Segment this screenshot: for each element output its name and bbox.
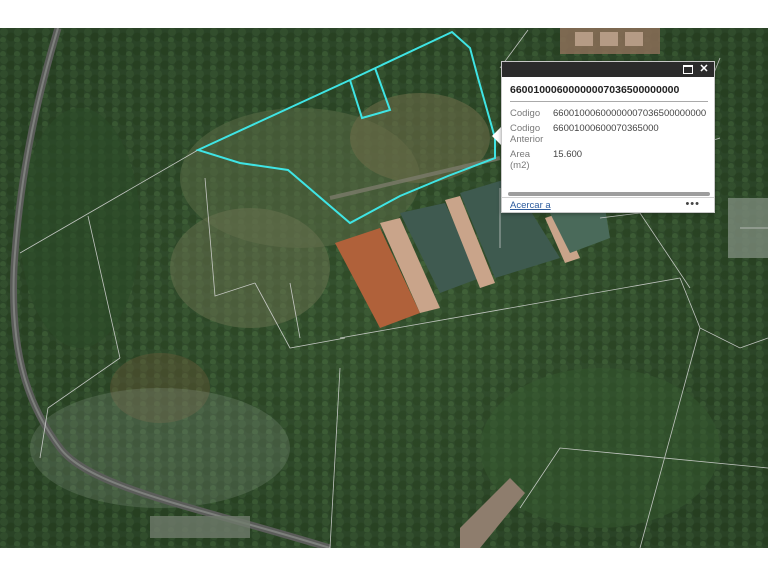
horizontal-scrollbar[interactable]: [508, 192, 710, 196]
popup-footer: Acercar a •••: [502, 197, 714, 214]
popup-title: 66001000600000007036500000000: [510, 84, 680, 96]
attribute-table[interactable]: Codigo 66001000600000007036500000000 Cod…: [502, 108, 714, 192]
attribute-label: Codigo: [510, 108, 541, 119]
attribute-value: 66001000600070365000: [553, 123, 659, 134]
attribute-row: Codigo 66001000600000007036500000000: [502, 108, 714, 123]
attribute-row: Codigo Anterior 66001000600070365000: [502, 123, 714, 149]
maximize-icon[interactable]: [682, 63, 694, 75]
close-icon[interactable]: ✕: [698, 63, 710, 75]
attribute-value: 15.600: [553, 149, 583, 160]
feature-popup: ✕ 66001000600000007036500000000 Codigo 6…: [501, 61, 715, 213]
zoom-to-link[interactable]: Acercar a: [510, 200, 551, 211]
title-divider: [510, 101, 708, 102]
attribute-label: Area (m2): [510, 149, 531, 171]
attribute-value: 66001000600000007036500000000: [553, 108, 707, 119]
attribute-row: Area (m2) 15.600: [502, 149, 714, 175]
more-options-icon[interactable]: •••: [685, 198, 700, 210]
attribute-label: Codigo Anterior: [510, 123, 544, 145]
popup-header: ✕: [502, 62, 714, 77]
